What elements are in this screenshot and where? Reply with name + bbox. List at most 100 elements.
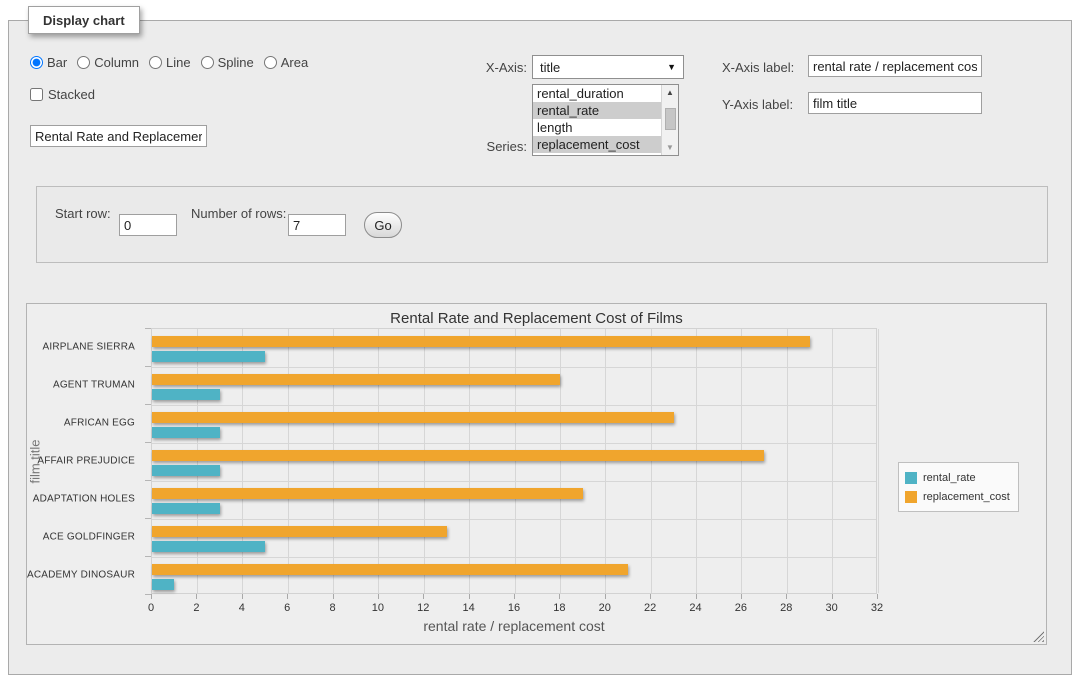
chart-type-radio-label: Spline (218, 55, 254, 70)
gridline (787, 329, 788, 593)
radio-icon[interactable] (201, 56, 214, 69)
stacked-checkbox[interactable] (30, 88, 43, 101)
stacked-label: Stacked (48, 87, 95, 102)
series-option-replacement_cost[interactable]: replacement_cost (533, 136, 661, 153)
chart-type-radio-line[interactable]: Line (149, 55, 191, 70)
x-tick-mark (741, 594, 742, 599)
chart-type-radio-label: Line (166, 55, 191, 70)
page: Display chart Bar Column Line Spline Area St… (0, 0, 1081, 681)
plot-area (151, 328, 877, 594)
start-row-input[interactable] (119, 214, 177, 236)
x-tick-label: 16 (508, 602, 520, 614)
chart-type-radio-group: Bar Column Line Spline Area (30, 55, 308, 70)
gridline (242, 329, 243, 593)
chart-type-radio-label: Column (94, 55, 139, 70)
category-label: AFRICAN EGG (64, 418, 135, 429)
series-option-rental_duration[interactable]: rental_duration (533, 85, 661, 102)
legend-label: rental_rate (923, 472, 976, 484)
legend-swatch-icon (905, 472, 917, 484)
gridline (878, 329, 879, 593)
series-option-rental_rate[interactable]: rental_rate (533, 102, 661, 119)
x-tick-label: 0 (148, 602, 154, 614)
y-tick-mark (145, 404, 151, 405)
x-tick-mark (696, 594, 697, 599)
scrollbar-thumb[interactable] (665, 108, 676, 130)
x-tick-label: 14 (463, 602, 475, 614)
gridline (560, 329, 561, 593)
x-tick-label: 30 (826, 602, 838, 614)
rental_rate-bar (152, 351, 265, 362)
legend-item-rental_rate[interactable]: rental_rate (905, 468, 1010, 487)
resize-grip-icon[interactable] (1033, 631, 1044, 642)
category-label: ADAPTATION HOLES (33, 494, 135, 505)
x-axis-select[interactable]: title ▼ (532, 55, 684, 79)
legend-swatch-icon (905, 491, 917, 503)
x-tick-label: 18 (553, 602, 565, 614)
chart-title-input[interactable] (30, 125, 207, 147)
x-tick-label: 22 (644, 602, 656, 614)
radio-icon[interactable] (30, 56, 43, 69)
rental_rate-bar (152, 465, 220, 476)
x-tick-mark (650, 594, 651, 599)
replacement_cost-bar (152, 488, 583, 499)
y-axis-label-input[interactable] (808, 92, 982, 114)
gridline (152, 367, 876, 368)
x-axis-label-input[interactable] (808, 55, 982, 77)
series-scrollbar[interactable]: ▲ ▼ (661, 85, 678, 155)
panel-title: Display chart (28, 6, 140, 34)
chart-title: Rental Rate and Replacement Cost of Film… (27, 310, 1046, 327)
legend-label: replacement_cost (923, 491, 1010, 503)
chart-container: Rental Rate and Replacement Cost of Film… (26, 303, 1047, 645)
x-tick-label: 2 (193, 602, 199, 614)
legend-item-replacement_cost[interactable]: replacement_cost (905, 487, 1010, 506)
x-tick-mark (559, 594, 560, 599)
replacement_cost-bar (152, 450, 764, 461)
chart-type-radio-spline[interactable]: Spline (201, 55, 254, 70)
x-tick-label: 8 (329, 602, 335, 614)
y-tick-mark (145, 442, 151, 443)
chart-type-radio-column[interactable]: Column (77, 55, 139, 70)
y-tick-mark (145, 556, 151, 557)
radio-icon[interactable] (77, 56, 90, 69)
x-tick-label: 28 (780, 602, 792, 614)
x-tick-label: 26 (735, 602, 747, 614)
scroll-up-icon[interactable]: ▲ (662, 85, 678, 100)
x-tick-label: 12 (417, 602, 429, 614)
start-row-label: Start row: (55, 206, 111, 221)
x-tick-label: 24 (689, 602, 701, 614)
scroll-down-icon[interactable]: ▼ (662, 140, 678, 155)
chart-type-radio-area[interactable]: Area (264, 55, 308, 70)
x-tick-mark (877, 594, 878, 599)
x-axis-label-label: X-Axis label: (722, 60, 794, 75)
rental_rate-bar (152, 541, 265, 552)
radio-icon[interactable] (264, 56, 277, 69)
gridline (832, 329, 833, 593)
gridline (152, 405, 876, 406)
panel-title-text: Display chart (43, 13, 125, 28)
x-tick-mark (287, 594, 288, 599)
series-listbox[interactable]: rental_durationrental_ratelengthreplacem… (532, 84, 679, 156)
x-tick-mark (196, 594, 197, 599)
gridline (651, 329, 652, 593)
x-tick-mark (786, 594, 787, 599)
chart-type-radio-label: Bar (47, 55, 67, 70)
series-option-length[interactable]: length (533, 119, 661, 136)
rental_rate-bar (152, 579, 174, 590)
category-label: ACE GOLDFINGER (43, 532, 135, 543)
y-tick-mark (145, 594, 151, 595)
series-options: rental_durationrental_ratelengthreplacem… (533, 85, 661, 155)
y-tick-mark (145, 518, 151, 519)
num-rows-input[interactable] (288, 214, 346, 236)
gridline (696, 329, 697, 593)
gridline (378, 329, 379, 593)
x-tick-mark (469, 594, 470, 599)
go-button[interactable]: Go (364, 212, 402, 238)
stacked-option: Stacked (30, 87, 95, 102)
rental_rate-bar (152, 427, 220, 438)
x-tick-mark (242, 594, 243, 599)
chart-type-radio-label: Area (281, 55, 308, 70)
chart-legend: rental_rate replacement_cost (898, 462, 1019, 512)
chart-type-radio-bar[interactable]: Bar (30, 55, 67, 70)
radio-icon[interactable] (149, 56, 162, 69)
replacement_cost-bar (152, 336, 810, 347)
